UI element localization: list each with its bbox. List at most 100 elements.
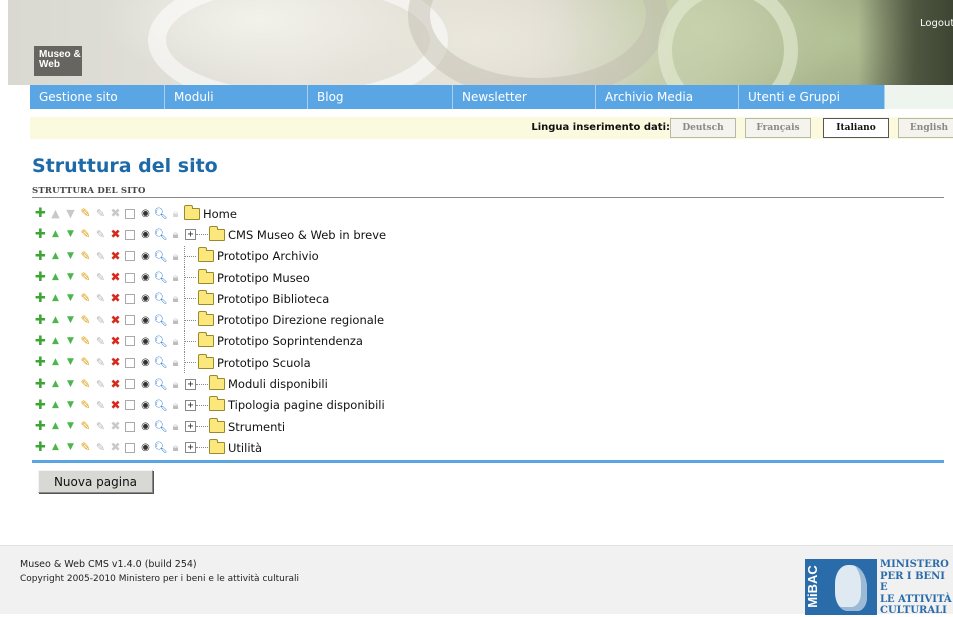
tree-label-tipologia-pagine-disponibili[interactable]: Tipologia pagine disponibili [228,398,385,412]
lang-button-english[interactable]: English [898,118,953,138]
edit-pencil-icon[interactable]: ✎ [79,420,92,433]
edit-properties-icon[interactable]: ✎ [94,356,107,369]
edit-properties-icon[interactable]: ✎ [94,441,107,454]
move-down-icon[interactable]: ▼ [64,378,77,391]
delete-icon[interactable]: ✖ [109,356,122,369]
preview-eye-icon[interactable]: ◉ [139,292,152,305]
visibility-checkbox[interactable] [125,400,135,411]
move-down-icon[interactable]: ▼ [64,228,77,241]
move-down-icon[interactable]: ▼ [64,335,77,348]
preview-eye-icon[interactable]: ◉ [139,335,152,348]
new-page-button[interactable]: Nuova pagina [38,470,153,493]
preview-eye-icon[interactable]: ◉ [139,420,152,433]
tree-label-prototipo-archivio[interactable]: Prototipo Archivio [217,249,319,263]
tree-label-prototipo-biblioteca[interactable]: Prototipo Biblioteca [217,292,329,306]
edit-pencil-icon[interactable]: ✎ [79,271,92,284]
view-magnifier-icon[interactable]: 🔍︎ [154,271,168,284]
lock-icon[interactable]: 🔒︎ [169,399,182,412]
expand-toggle-icon[interactable]: + [185,378,196,390]
visibility-checkbox[interactable] [125,293,135,304]
move-up-icon[interactable]: ▲ [49,292,62,305]
lock-icon[interactable]: 🔒︎ [169,292,182,305]
move-up-icon[interactable]: ▲ [49,250,62,263]
tab-gestione-sito[interactable]: Gestione sito [30,85,165,109]
view-magnifier-icon[interactable]: 🔍︎ [154,250,168,263]
move-up-icon[interactable]: ▲ [49,356,62,369]
add-child-icon[interactable]: ✚ [34,399,47,412]
edit-properties-icon[interactable]: ✎ [94,420,107,433]
view-magnifier-icon[interactable]: 🔍︎ [154,314,168,327]
tree-label-strumenti[interactable]: Strumenti [228,420,285,434]
move-up-icon[interactable]: ▲ [49,378,62,391]
edit-properties-icon[interactable]: ✎ [94,378,107,391]
visibility-checkbox[interactable] [125,442,135,453]
move-up-icon[interactable]: ▲ [49,335,62,348]
add-child-icon[interactable]: ✚ [34,378,47,391]
move-down-icon[interactable]: ▼ [64,356,77,369]
lock-icon[interactable]: 🔒︎ [169,228,182,241]
preview-eye-icon[interactable]: ◉ [139,271,152,284]
edit-properties-icon[interactable]: ✎ [94,271,107,284]
tab-archivio-media[interactable]: Archivio Media [596,85,739,109]
tab-newsletter[interactable]: Newsletter [453,85,596,109]
preview-eye-icon[interactable]: ◉ [139,356,152,369]
delete-icon[interactable]: ✖ [109,377,122,391]
edit-pencil-icon[interactable]: ✎ [79,207,92,220]
preview-eye-icon[interactable]: ◉ [139,250,152,263]
lock-icon[interactable]: 🔒︎ [169,420,182,433]
visibility-checkbox[interactable] [125,336,135,347]
move-down-icon[interactable]: ▼ [64,399,77,412]
add-child-icon[interactable]: ✚ [34,250,47,263]
add-child-icon[interactable]: ✚ [34,228,47,241]
edit-pencil-icon[interactable]: ✎ [79,228,92,241]
move-up-icon[interactable]: ▲ [49,228,62,241]
edit-pencil-icon[interactable]: ✎ [79,398,92,412]
visibility-checkbox[interactable] [125,421,135,432]
preview-eye-icon[interactable]: ◉ [139,228,152,241]
lock-icon[interactable]: 🔒︎ [169,378,182,391]
lock-icon[interactable]: 🔒︎ [169,271,182,284]
edit-properties-icon[interactable]: ✎ [94,292,107,305]
move-up-icon[interactable]: ▲ [49,420,62,433]
view-magnifier-icon[interactable]: 🔍︎ [154,207,168,220]
preview-eye-icon[interactable]: ◉ [139,399,152,412]
view-magnifier-icon[interactable]: 🔍︎ [154,441,168,454]
edit-properties-icon[interactable]: ✎ [94,250,107,263]
tree-label-utilit[interactable]: Utilità [228,441,262,455]
lang-button-deutsch[interactable]: Deutsch [670,118,736,138]
add-child-icon[interactable]: ✚ [34,207,47,220]
expand-toggle-icon[interactable]: + [185,421,196,433]
move-down-icon[interactable]: ▼ [64,314,77,327]
preview-eye-icon[interactable]: ◉ [139,314,152,327]
move-down-icon[interactable]: ▼ [64,271,77,284]
edit-pencil-icon[interactable]: ✎ [79,313,92,327]
delete-icon[interactable]: ✖ [109,228,122,241]
edit-properties-icon[interactable]: ✎ [94,335,107,348]
move-up-icon[interactable]: ▲ [49,399,62,412]
expand-toggle-icon[interactable]: + [185,399,196,411]
move-up-icon[interactable]: ▲ [49,271,62,284]
delete-icon[interactable]: ✖ [109,398,122,412]
expand-toggle-icon[interactable]: + [185,442,196,454]
move-down-icon[interactable]: ▼ [64,250,77,263]
visibility-checkbox[interactable] [125,229,135,240]
preview-eye-icon[interactable]: ◉ [139,378,152,391]
lock-icon[interactable]: 🔒︎ [169,356,182,369]
tab-moduli[interactable]: Moduli [165,85,308,109]
delete-icon[interactable]: ✖ [109,313,122,327]
delete-icon[interactable]: ✖ [109,292,122,305]
add-child-icon[interactable]: ✚ [34,292,47,305]
tree-label[interactable]: Home [203,207,237,221]
edit-pencil-icon[interactable]: ✎ [79,441,92,454]
edit-pencil-icon[interactable]: ✎ [79,356,92,369]
tree-label-moduli-disponibili[interactable]: Moduli disponibili [228,377,328,391]
move-down-icon[interactable]: ▼ [64,292,77,305]
move-down-icon[interactable]: ▼ [64,441,77,454]
visibility-checkbox[interactable] [125,251,135,262]
delete-icon[interactable]: ✖ [109,334,122,348]
preview-eye-icon[interactable]: ◉ [139,441,152,454]
edit-properties-icon[interactable]: ✎ [94,314,107,327]
move-up-icon[interactable]: ▲ [49,441,62,454]
tree-label-prototipo-direzione-regionale[interactable]: Prototipo Direzione regionale [217,313,384,327]
add-child-icon[interactable]: ✚ [34,314,47,327]
